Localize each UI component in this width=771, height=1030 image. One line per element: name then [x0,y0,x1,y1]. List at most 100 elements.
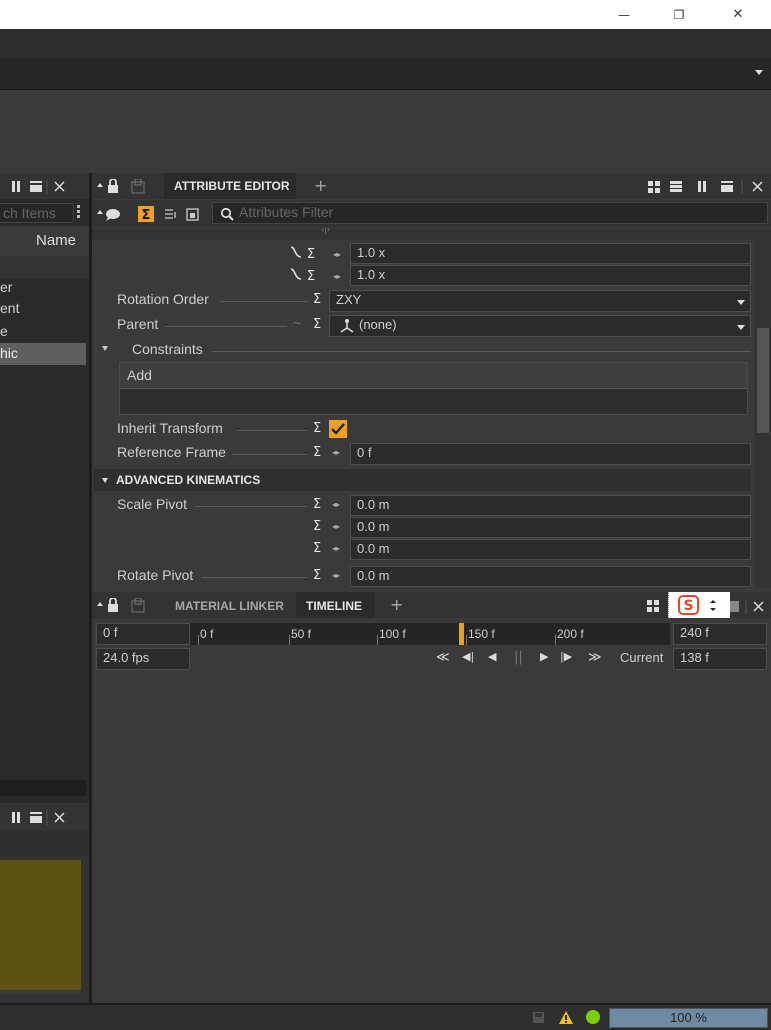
advanced-kinematics-section[interactable]: ADVANCED KINEMATICS [94,469,751,491]
scale-x-field[interactable]: 1.0 x [350,243,751,264]
add-tab-button[interactable]: + [314,176,327,195]
attribute-filter-input[interactable]: Attributes Filter [212,202,768,224]
tab-material-linker[interactable]: MATERIAL LINKER [175,599,284,613]
tab-attribute-editor[interactable]: ATTRIBUTE EDITOR [164,173,296,199]
warning-icon[interactable] [558,1010,574,1025]
drag-arrows-icon[interactable]: ◂▸ [332,448,340,457]
list-item[interactable] [0,256,89,278]
parent-dropdown[interactable]: (none) [329,315,751,337]
link-icon[interactable]: ~ [292,316,302,330]
scale-pivot-z-field[interactable]: 0.0 m [350,539,751,560]
zoom-progress[interactable]: 100 % [609,1008,768,1028]
field-value: 1.0 x [357,267,386,282]
field-value: 138 f [680,650,709,665]
toolbar-area [0,91,771,173]
collapse-arrow-icon [102,478,108,483]
close-panel-icons[interactable] [730,600,770,614]
sigma-icon[interactable]: Σ [313,292,321,307]
sigma-icon[interactable]: Σ [313,497,321,512]
reference-frame-field[interactable]: 0 f [350,443,751,465]
left-panel-menu-icon[interactable] [77,205,81,221]
sogou-ime-icon: S [678,595,699,615]
left-list-hscrollbar[interactable] [0,780,86,796]
inherit-transform-label: Inherit Transform [117,420,223,436]
status-ok-icon[interactable] [585,1009,601,1025]
curve-sigma-icons[interactable]: Σ ◂▸ [289,265,353,285]
save-icon[interactable] [532,1011,546,1025]
drag-arrows-icon[interactable]: ◂▸ [332,522,340,531]
left-search-input[interactable]: ch Items [0,203,74,223]
play-forward-button[interactable]: ▶ [540,650,548,663]
dropdown-arrow-icon [737,325,745,330]
zoom-label: 100 % [670,1010,707,1025]
name-column-header[interactable]: Name [0,226,89,256]
rotate-pivot-label: Rotate Pivot [117,567,194,583]
panel-layout-icon[interactable] [647,600,661,614]
rotate-pivot-x-field[interactable]: 0.0 m [350,566,751,587]
current-frame-field[interactable]: 138 f [673,648,767,670]
panel-layout-icons[interactable] [12,810,82,826]
tab-timeline[interactable]: TIMELINE [296,592,374,618]
minimize-button[interactable]: — [601,0,647,29]
next-key-button[interactable]: |▶ [560,650,572,663]
attribute-scrollbar[interactable] [755,228,771,588]
constraints-label: Constraints [132,341,203,357]
list-item-selected[interactable]: hic [0,343,86,365]
drag-arrows-icon[interactable]: ◂▸ [332,571,340,580]
panel-layout-icons[interactable] [648,180,768,194]
scale-y-field[interactable]: 1.0 x [350,265,751,286]
constraints-box: Add [119,362,748,415]
ime-indicator[interactable]: S [668,592,730,618]
sigma-icon[interactable]: Σ [313,519,321,534]
sigma-icon[interactable]: Σ [313,317,321,332]
sigma-icon[interactable]: Σ [313,568,321,583]
drag-arrows-icon[interactable]: ◂▸ [332,500,340,509]
panel-layout-icons[interactable] [12,180,82,194]
end-frame-field[interactable]: 240 f [673,623,767,645]
curve-sigma-icons[interactable]: Σ ◂▸ [289,243,353,263]
context-dropdown[interactable] [0,58,771,90]
list-item[interactable]: ent [0,299,89,319]
check-icon [331,423,345,435]
sigma-icon[interactable]: Σ [313,541,321,556]
previous-key-button[interactable]: ◀| [462,650,474,663]
timeline-ruler[interactable]: 0 f 50 f 100 f 150 f 200 f [190,623,670,645]
menu-strip [0,29,771,58]
ruler-label: 200 f [557,627,584,641]
section-title: ADVANCED KINEMATICS [116,473,261,487]
fps-field[interactable]: 24.0 fps [96,648,190,670]
current-frame-label: Current [620,650,664,665]
pause-button[interactable]: || [514,650,523,665]
rotation-order-dropdown[interactable]: ZXY [329,290,751,312]
color-swatch[interactable] [0,860,81,994]
go-to-end-button[interactable]: ≫ [588,650,602,665]
add-tab-button[interactable]: + [390,595,403,614]
play-backward-button[interactable]: ◀ [488,650,496,663]
list-item[interactable]: er [0,279,89,299]
go-to-start-button[interactable]: ≪ [436,650,450,665]
list-item-label: ent [0,300,20,316]
restore-button[interactable]: ❐ [656,0,702,29]
panel-pin-icons[interactable] [96,179,156,195]
collapse-arrow-icon[interactable] [102,346,108,351]
search-placeholder: ch Items [3,205,56,221]
list-item[interactable]: e [0,322,89,342]
rotation-order-label: Rotation Order [117,291,209,307]
sigma-icon[interactable]: Σ [313,445,321,460]
inherit-transform-checkbox[interactable] [329,420,347,438]
ruler-label: 150 f [468,627,495,641]
attribute-filter-row: Σ Attributes Filter [92,200,771,227]
drag-arrows-icon[interactable]: ◂▸ [332,544,340,553]
panel-pin-icons[interactable] [96,598,156,614]
filter-toolbar-icons[interactable]: Σ [96,206,212,222]
transport-controls: ≪ ◀| ◀ || ▶ |▶ ≫ [436,650,606,670]
start-frame-field[interactable]: 0 f [96,623,190,645]
scale-pivot-x-field[interactable]: 0.0 m [350,495,751,516]
splitter-handle[interactable]: ‹|› [92,228,771,240]
sigma-icon[interactable]: Σ [313,421,321,436]
close-window-button[interactable]: ✕ [715,0,761,29]
playhead[interactable] [459,623,464,645]
attribute-editor-panel: ATTRIBUTE EDITOR + Σ Attributes Filter ‹… [92,173,771,590]
add-constraint-button[interactable]: Add [120,363,747,389]
scale-pivot-y-field[interactable]: 0.0 m [350,517,751,538]
